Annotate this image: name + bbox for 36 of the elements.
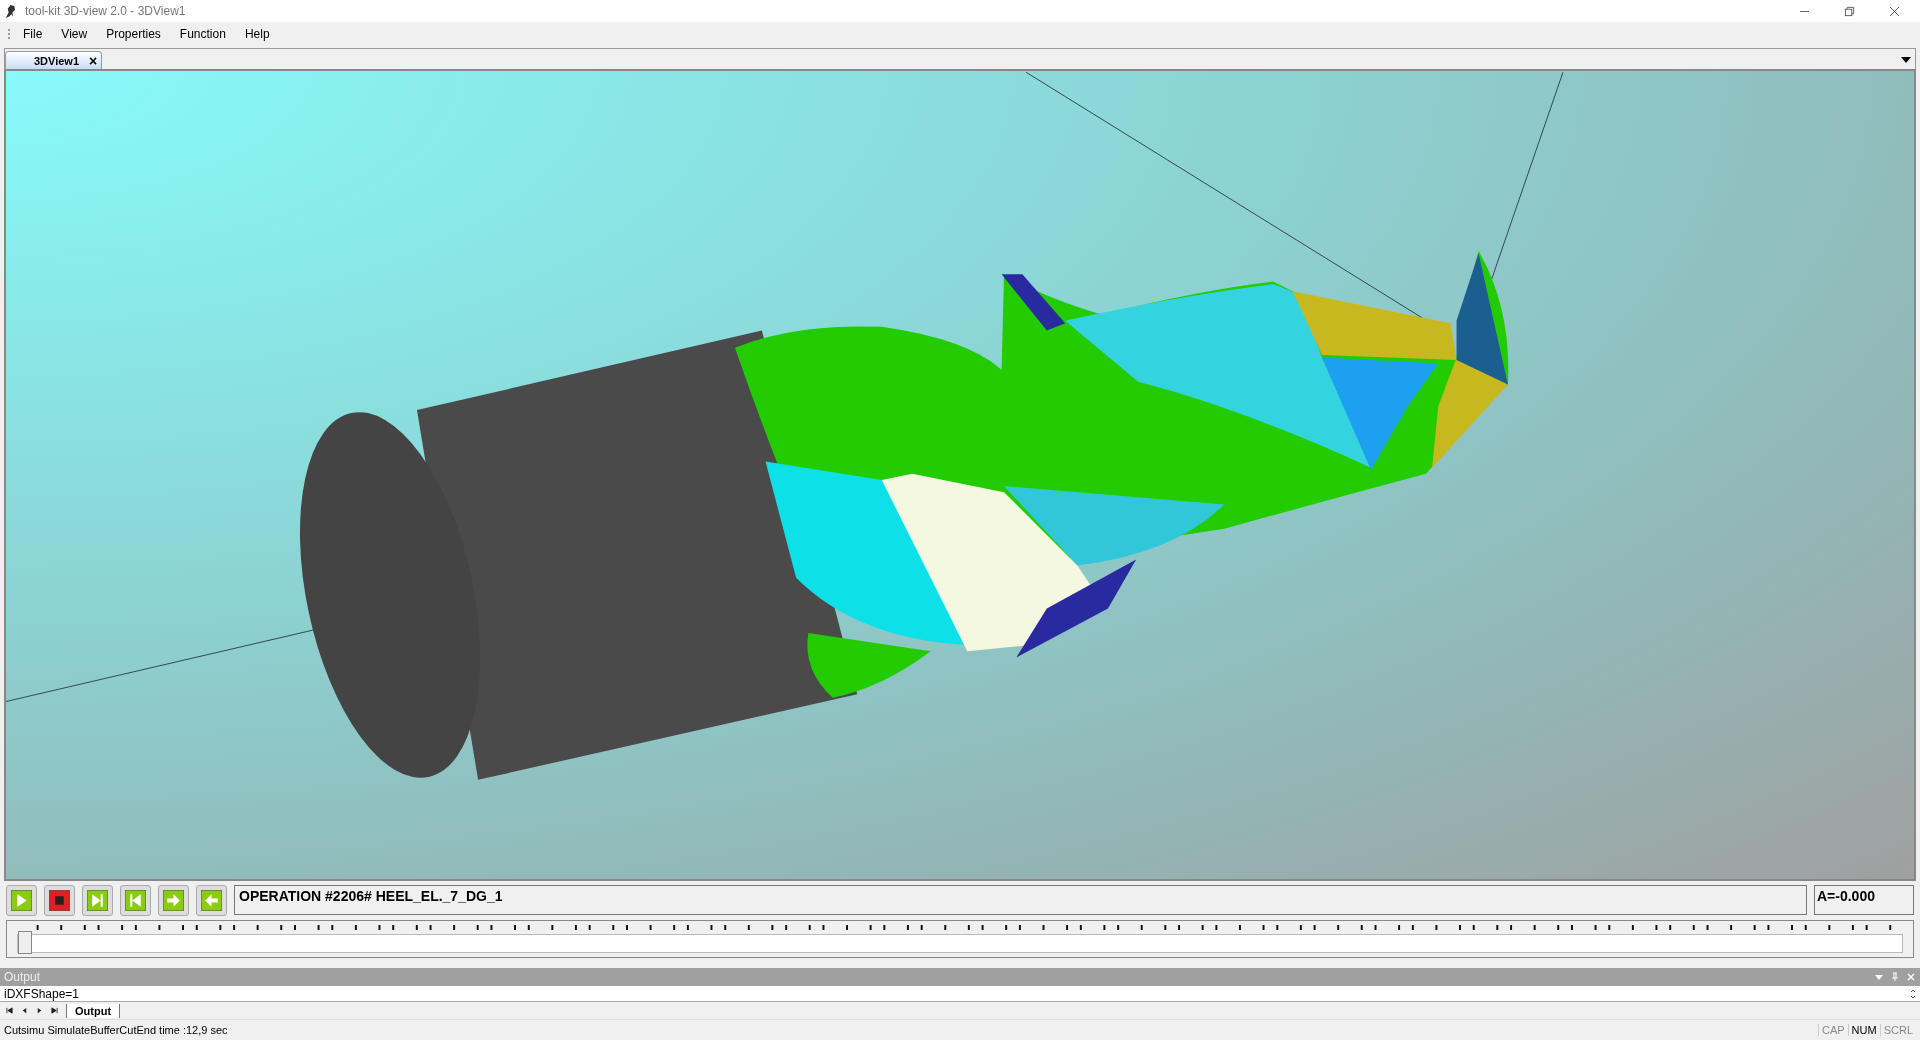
app-logo-icon — [4, 3, 17, 19]
status-message: Cutsimu SimulateBufferCutEnd time :12,9 sec — [4, 1024, 229, 1036]
close-icon[interactable] — [1889, 5, 1900, 17]
forward-icon — [163, 889, 184, 911]
menu-item[interactable]: Function — [179, 27, 226, 41]
last-page-icon[interactable] — [51, 1007, 58, 1014]
first-page-icon[interactable] — [6, 1007, 13, 1014]
tab-close-button[interactable]: × — [89, 52, 98, 69]
scroll-arrows-icon[interactable] — [1910, 987, 1916, 1000]
stop-icon — [49, 889, 70, 911]
status-indicator: SCRL — [1879, 1024, 1916, 1036]
next-page-icon[interactable] — [36, 1007, 43, 1014]
document-tab[interactable]: 3DView1 × — [5, 51, 103, 69]
step-back-icon — [125, 889, 146, 911]
playback-button[interactable] — [44, 884, 75, 916]
operation-label: OPERATION #2206# HEEL_EL._7_DG_1 — [234, 885, 1807, 915]
menu-item[interactable]: File — [23, 27, 43, 41]
status-indicator: CAP — [1817, 1024, 1848, 1036]
menu-item[interactable]: Properties — [106, 27, 161, 41]
status-indicator: NUM — [1847, 1024, 1880, 1036]
step-forward-icon — [87, 889, 108, 911]
timeline-slider[interactable] — [17, 934, 1903, 953]
angle-readout: A=-0.000 — [1814, 885, 1914, 915]
play-icon — [11, 889, 32, 911]
panel-title: Output — [4, 970, 42, 984]
menu-item[interactable]: View — [61, 27, 88, 41]
restore-icon[interactable] — [1844, 5, 1855, 17]
3d-viewport[interactable] — [4, 69, 1916, 881]
back-icon — [201, 889, 222, 911]
output-line: iDXFShape=1 — [4, 986, 80, 1001]
menu-item[interactable]: Help — [244, 27, 270, 41]
dropdown-arrow-icon[interactable] — [1901, 57, 1911, 63]
previous-page-icon[interactable] — [21, 1007, 28, 1014]
slider-thumb[interactable] — [18, 931, 32, 954]
window-title: tool-kit 3D-view 2.0 - 3DView1 — [25, 4, 187, 18]
output-tab[interactable]: Output — [66, 1003, 121, 1018]
